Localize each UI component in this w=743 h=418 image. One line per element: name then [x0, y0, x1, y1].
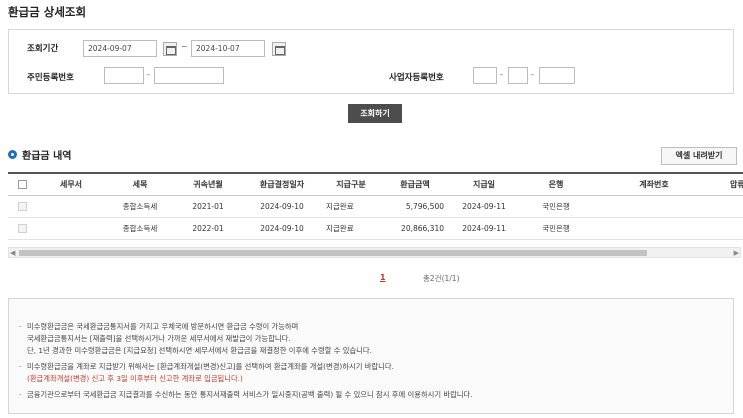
amount-cell: 5,796,500 — [380, 195, 450, 218]
scroll-right-arrow-icon[interactable]: ▶ — [734, 248, 739, 258]
notice-item: · 금융기관으로부터 국세환급금 지급결과를 수신하는 동안 통지서재출력 서비스… — [19, 390, 473, 399]
scrollbar-thumb[interactable] — [19, 250, 647, 256]
column-header: 압류 — [714, 172, 743, 196]
row-checkbox[interactable] — [17, 201, 27, 211]
dash: - — [500, 70, 503, 79]
column-header: 세목 — [106, 172, 174, 196]
bullet: · — [19, 322, 22, 331]
horizontal-scrollbar[interactable]: ◀ ▶ — [8, 247, 741, 258]
search-panel: 조회기간 2024-09-07 ~ 2024-10-07 주민등록번호 - 사업… — [8, 29, 734, 94]
table-header-row: 세무서 세목 귀속년월 환급결정일자 지급구분 환급금액 지급일 은행 계좌번호… — [8, 172, 743, 196]
row-checkbox[interactable] — [17, 223, 27, 233]
resident-number-back-input[interactable] — [154, 67, 224, 84]
notice-item: · 미수령환급금을 계좌로 지급받기 위해서는 [환급계좌개설(변경)신고]를 선… — [19, 361, 723, 385]
select-all-header[interactable] — [8, 172, 36, 196]
page-number-current[interactable]: 1 — [380, 273, 386, 282]
resident-number-front-input[interactable] — [104, 67, 144, 84]
notice-item: · 미수령환급금은 국세환급금통지서를 가지고 우체국에 방문하시면 환급금 수령… — [19, 322, 372, 355]
tax-office-cell — [36, 195, 106, 218]
start-date-input[interactable]: 2024-09-07 — [83, 40, 157, 57]
amount-cell: 20,866,310 — [380, 217, 450, 240]
business-number-part3-input[interactable] — [539, 67, 575, 84]
decision-date-cell: 2024-09-10 — [242, 195, 322, 218]
tax-item-cell: 종합소득세 — [106, 217, 174, 240]
notice-box: · 미수령환급금은 국세환급금통지서를 가지고 우체국에 방문하시면 환급금 수령… — [8, 298, 734, 414]
column-header: 지급일 — [450, 172, 518, 196]
period-cell: 2022-01 — [174, 217, 242, 240]
excel-download-button[interactable]: 엑셀 내려받기 — [661, 147, 737, 165]
calendar-icon[interactable] — [163, 42, 177, 56]
column-header: 은행 — [518, 172, 594, 196]
seizure-cell: 해당 — [714, 195, 743, 218]
search-button[interactable]: 조회하기 — [348, 104, 402, 123]
bullet: · — [19, 362, 22, 371]
decision-date-cell: 2024-09-10 — [242, 217, 322, 240]
bank-cell: 국민은행 — [518, 217, 594, 240]
resident-number-label: 주민등록번호 — [27, 73, 74, 83]
pay-type-cell: 지급완료 — [322, 217, 380, 240]
table-row[interactable]: 종합소득세 2022-01 2024-09-10 지급완료 20,866,310… — [8, 217, 743, 240]
warning-text: (환급계좌개설(변경) 신고 후 3일 이후부터 신고한 계좌로 입금됩니다.) — [27, 374, 243, 383]
column-header: 지급구분 — [322, 172, 380, 196]
business-number-label: 사업자등록번호 — [389, 73, 444, 83]
tax-office-cell — [36, 217, 106, 240]
account-cell — [594, 195, 714, 218]
page-title: 환급금 상세조회 — [8, 5, 87, 19]
tax-item-cell: 종합소득세 — [106, 195, 174, 218]
section-header: 환급금 내역 — [8, 147, 71, 162]
column-header: 환급결정일자 — [242, 172, 322, 196]
seizure-cell: 해당 — [714, 217, 743, 240]
bullet-circle-icon — [8, 150, 17, 159]
pay-date-cell: 2024-09-11 — [450, 217, 518, 240]
bank-cell: 국민은행 — [518, 195, 594, 218]
column-header: 귀속년월 — [174, 172, 242, 196]
business-number-part2-input[interactable] — [508, 67, 528, 84]
pay-type-cell: 지급완료 — [322, 195, 380, 218]
pay-date-cell: 2024-09-11 — [450, 195, 518, 218]
dash: - — [531, 70, 534, 79]
select-all-checkbox[interactable] — [17, 179, 27, 189]
account-cell — [594, 217, 714, 240]
business-number-part1-input[interactable] — [473, 67, 497, 84]
dash: - — [147, 70, 150, 79]
period-cell: 2021-01 — [174, 195, 242, 218]
date-separator: ~ — [181, 42, 188, 51]
scroll-left-arrow-icon[interactable]: ◀ — [10, 248, 15, 258]
table-row[interactable]: 종합소득세 2021-01 2024-09-10 지급완료 5,796,500 … — [8, 195, 743, 218]
bullet: · — [19, 390, 22, 399]
column-header: 환급금액 — [380, 172, 450, 196]
period-label: 조회기간 — [27, 44, 59, 54]
section-title: 환급금 내역 — [22, 151, 72, 162]
end-date-input[interactable]: 2024-10-07 — [191, 40, 265, 57]
column-header: 세무서 — [36, 172, 106, 196]
calendar-icon[interactable] — [272, 42, 286, 56]
total-count: 총2건(1/1) — [423, 274, 460, 283]
column-header: 계좌번호 — [594, 172, 714, 196]
